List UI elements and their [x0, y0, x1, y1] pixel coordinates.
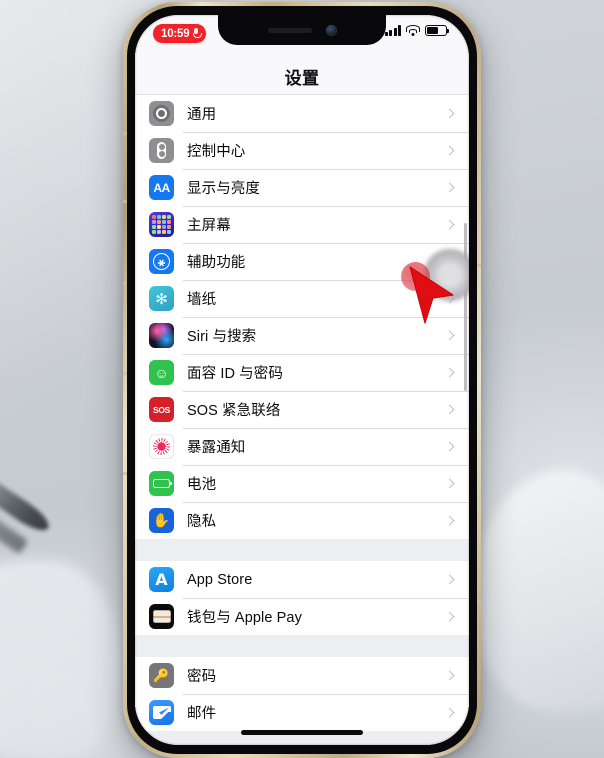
red-pointer-cursor [409, 266, 454, 324]
chevron-right-icon [444, 182, 455, 193]
siri-icon [149, 323, 174, 348]
settings-row-home-screen[interactable]: 主屏幕 [135, 206, 469, 243]
chevron-right-icon [444, 330, 455, 341]
page-title: 设置 [284, 69, 320, 88]
chevron-right-icon [444, 707, 455, 718]
settings-row-app-store[interactable]: A App Store [135, 561, 469, 598]
cellular-signal-icon [384, 25, 401, 36]
row-label: 面容 ID 与密码 [187, 366, 283, 382]
settings-row-control-center[interactable]: 控制中心 [135, 132, 469, 169]
section-gap [135, 539, 469, 561]
row-label: 显示与亮度 [187, 181, 260, 197]
iphone-device: 10:59 设置 通用 控制中心 AA 显示与亮度 主屏幕 ⚹ 辅助功能 ✻ 墙… [123, 2, 481, 758]
settings-row-battery[interactable]: 电池 [135, 465, 469, 502]
accessibility-icon: ⚹ [149, 249, 174, 274]
mail-icon [149, 700, 174, 725]
chevron-right-icon [444, 441, 455, 452]
row-label: 主屏幕 [187, 218, 231, 234]
face-id-icon: ☺ [149, 360, 174, 385]
chevron-right-icon [444, 515, 455, 526]
settings-row-face-id-passcode[interactable]: ☺ 面容 ID 与密码 [135, 354, 469, 391]
row-label: App Store [187, 571, 253, 588]
passwords-key-icon: 🔑 [149, 663, 174, 688]
front-camera-icon [325, 24, 337, 36]
home-screen-icon [149, 212, 174, 237]
row-label: 电池 [187, 477, 217, 493]
row-label: SOS 紧急联络 [187, 403, 281, 419]
display-brightness-icon: AA [149, 175, 174, 200]
wallpaper-icon: ✻ [149, 286, 174, 311]
section-gap [135, 635, 469, 657]
phone-bezel: 10:59 设置 通用 控制中心 AA 显示与亮度 主屏幕 ⚹ 辅助功能 ✻ 墙… [127, 6, 477, 754]
chevron-right-icon [444, 108, 455, 119]
sos-icon: SOS [149, 397, 174, 422]
settings-row-emergency-sos[interactable]: SOS SOS 紧急联络 [135, 391, 469, 428]
exposure-notification-icon [149, 434, 174, 459]
status-indicators [384, 24, 449, 36]
row-label: 钱包与 Apple Pay [187, 610, 302, 626]
row-label: 密码 [187, 669, 217, 685]
row-label: 控制中心 [187, 144, 246, 160]
battery-settings-icon [149, 471, 174, 496]
scrollbar[interactable] [464, 223, 467, 391]
wallet-icon [149, 604, 174, 629]
settings-row-display-brightness[interactable]: AA 显示与亮度 [135, 169, 469, 206]
background-mouse-object [476, 470, 604, 710]
settings-row-passwords[interactable]: 🔑 密码 [135, 657, 469, 694]
row-label: 通用 [187, 107, 217, 123]
earpiece-speaker-icon [267, 27, 312, 33]
settings-group-accounts: 🔑 密码 邮件 [135, 657, 469, 731]
microphone-icon [192, 28, 202, 39]
settings-row-wallet-apple-pay[interactable]: 钱包与 Apple Pay [135, 598, 469, 635]
chevron-right-icon [444, 219, 455, 230]
row-label: Siri 与搜索 [187, 329, 257, 345]
wifi-icon [406, 25, 420, 36]
settings-group-store: A App Store 钱包与 Apple Pay [135, 561, 469, 635]
settings-list[interactable]: 通用 控制中心 AA 显示与亮度 主屏幕 ⚹ 辅助功能 ✻ 墙纸 Siri 与搜… [135, 95, 469, 745]
chevron-right-icon [444, 367, 455, 378]
battery-icon [425, 25, 449, 36]
settings-row-exposure-notifications[interactable]: 暴露通知 [135, 428, 469, 465]
row-label: 邮件 [187, 706, 217, 722]
notch [218, 15, 386, 45]
privacy-hand-icon: ✋ [149, 508, 174, 533]
settings-row-general[interactable]: 通用 [135, 95, 469, 132]
phone-screen: 10:59 设置 通用 控制中心 AA 显示与亮度 主屏幕 ⚹ 辅助功能 ✻ 墙… [135, 15, 469, 745]
chevron-right-icon [444, 574, 455, 585]
chevron-right-icon [444, 611, 455, 622]
chevron-right-icon [444, 478, 455, 489]
gear-icon [149, 101, 174, 126]
background-paper-object [0, 560, 120, 758]
row-label: 暴露通知 [187, 440, 246, 456]
navigation-bar: 设置 [135, 59, 469, 95]
app-store-icon: A [149, 567, 174, 592]
settings-row-mail[interactable]: 邮件 [135, 694, 469, 731]
control-center-icon [149, 138, 174, 163]
chevron-right-icon [444, 145, 455, 156]
status-bar: 10:59 [135, 15, 469, 59]
status-bar-time: 10:59 [161, 27, 190, 40]
recording-time-pill[interactable]: 10:59 [153, 24, 207, 43]
row-label: 隐私 [187, 514, 217, 530]
settings-row-privacy[interactable]: ✋ 隐私 [135, 502, 469, 539]
chevron-right-icon [444, 404, 455, 415]
home-indicator[interactable] [241, 730, 363, 735]
chevron-right-icon [444, 670, 455, 681]
